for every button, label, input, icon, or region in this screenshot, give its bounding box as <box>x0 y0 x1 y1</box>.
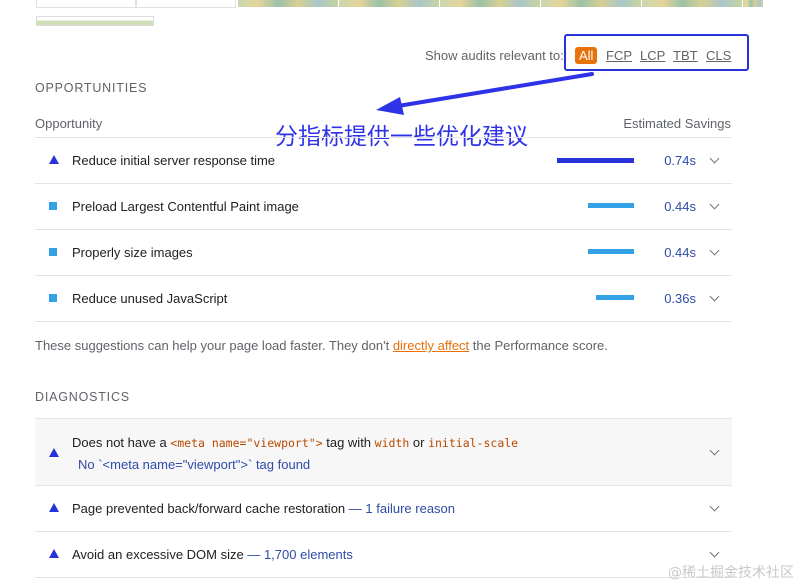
footnote-text: the Performance score. <box>469 338 608 353</box>
footnote-text: These suggestions can help your page loa… <box>35 338 393 353</box>
chevron-down-icon[interactable] <box>709 547 720 558</box>
warning-triangle-icon <box>49 503 59 512</box>
chevron-down-icon[interactable] <box>709 245 720 256</box>
info-square-icon <box>49 294 57 302</box>
filmstrip-frame <box>541 0 641 7</box>
opportunity-row[interactable]: Reduce unused JavaScript 0.36s <box>35 276 732 322</box>
filter-chip-fcp[interactable]: FCP <box>606 48 632 63</box>
filmstrip-frame <box>36 0 136 8</box>
code-snippet: width <box>374 436 410 450</box>
opportunity-title: Reduce initial server response time <box>72 153 276 168</box>
diagnostic-text: Does not have a <box>72 435 171 450</box>
savings-value: 0.44s <box>664 199 696 214</box>
code-snippet: <meta name="viewport"> <box>170 436 323 450</box>
filmstrip-thumbnail <box>36 16 154 26</box>
filmstrip-frame <box>136 0 236 8</box>
opportunities-footnote: These suggestions can help your page loa… <box>35 338 608 353</box>
filter-chip-cls[interactable]: CLS <box>706 48 731 63</box>
savings-bar <box>557 158 634 163</box>
opportunity-row[interactable]: Properly size images 0.44s <box>35 230 732 276</box>
filmstrip-frame <box>743 0 763 7</box>
annotation-arrow-icon <box>376 72 594 115</box>
opportunity-title: Preload Largest Contentful Paint image <box>72 199 299 214</box>
opportunity-row[interactable]: Preload Largest Contentful Paint image 0… <box>35 184 732 230</box>
warning-triangle-icon <box>49 549 59 558</box>
chevron-down-icon[interactable] <box>709 501 720 512</box>
filmstrip-frame <box>238 0 338 7</box>
directly-affect-link[interactable]: directly affect <box>393 338 469 353</box>
diagnostic-row-dom-size[interactable]: Avoid an excessive DOM size — 1,700 elem… <box>35 532 732 578</box>
diagnostic-subtext: No `<meta name="viewport">` tag found <box>78 457 311 472</box>
diagnostic-text: or <box>409 435 429 450</box>
savings-value: 0.36s <box>664 291 696 306</box>
savings-bar <box>588 203 634 208</box>
diagnostic-text: tag with <box>322 435 375 450</box>
diagnostic-title: Does not have a <meta name="viewport"> t… <box>72 435 518 450</box>
filmstrip-frame <box>440 0 540 7</box>
info-square-icon <box>49 248 57 256</box>
chevron-down-icon[interactable] <box>709 445 720 456</box>
column-header-opportunity: Opportunity <box>35 116 103 131</box>
diagnostic-title: Page prevented back/forward cache restor… <box>72 501 455 516</box>
column-header-savings: Estimated Savings <box>623 116 731 131</box>
diagnostic-text: Page prevented back/forward cache restor… <box>72 501 346 516</box>
watermark: @稀土掘金技术社区 <box>668 565 794 581</box>
filter-chip-all[interactable]: All <box>575 47 598 64</box>
opportunity-row[interactable]: Reduce initial server response time 0.74… <box>35 137 732 184</box>
filter-chip-lcp[interactable]: LCP <box>640 48 665 63</box>
savings-value: 0.74s <box>664 153 696 168</box>
diagnostic-row-bfcache[interactable]: Page prevented back/forward cache restor… <box>35 486 732 532</box>
diagnostic-title: Avoid an excessive DOM size — 1,700 elem… <box>72 547 353 562</box>
section-title-diagnostics: DIAGNOSTICS <box>35 390 130 404</box>
warning-triangle-icon <box>49 448 59 457</box>
filmstrip-frame <box>339 0 439 7</box>
savings-bar <box>596 295 634 300</box>
diagnostic-row-viewport[interactable]: Does not have a <meta name="viewport"> t… <box>35 418 732 486</box>
section-title-opportunities: OPPORTUNITIES <box>35 81 148 95</box>
warning-triangle-icon <box>49 155 59 164</box>
code-snippet: initial-scale <box>428 436 519 450</box>
filter-chip-tbt[interactable]: TBT <box>673 48 698 63</box>
savings-bar <box>588 249 634 254</box>
opportunity-title: Properly size images <box>72 245 193 260</box>
savings-value: 0.44s <box>664 245 696 260</box>
filmstrip-frame <box>642 0 742 7</box>
chevron-down-icon[interactable] <box>709 291 720 302</box>
diagnostic-detail: — 1 failure reason <box>348 501 456 516</box>
chevron-down-icon[interactable] <box>709 199 720 210</box>
chevron-down-icon[interactable] <box>709 153 720 164</box>
diagnostic-text: Avoid an excessive DOM size <box>72 547 244 562</box>
info-square-icon <box>49 202 57 210</box>
audit-filter-label: Show audits relevant to: <box>425 48 564 63</box>
opportunity-title: Reduce unused JavaScript <box>72 291 228 306</box>
diagnostic-detail: — 1,700 elements <box>247 547 353 562</box>
